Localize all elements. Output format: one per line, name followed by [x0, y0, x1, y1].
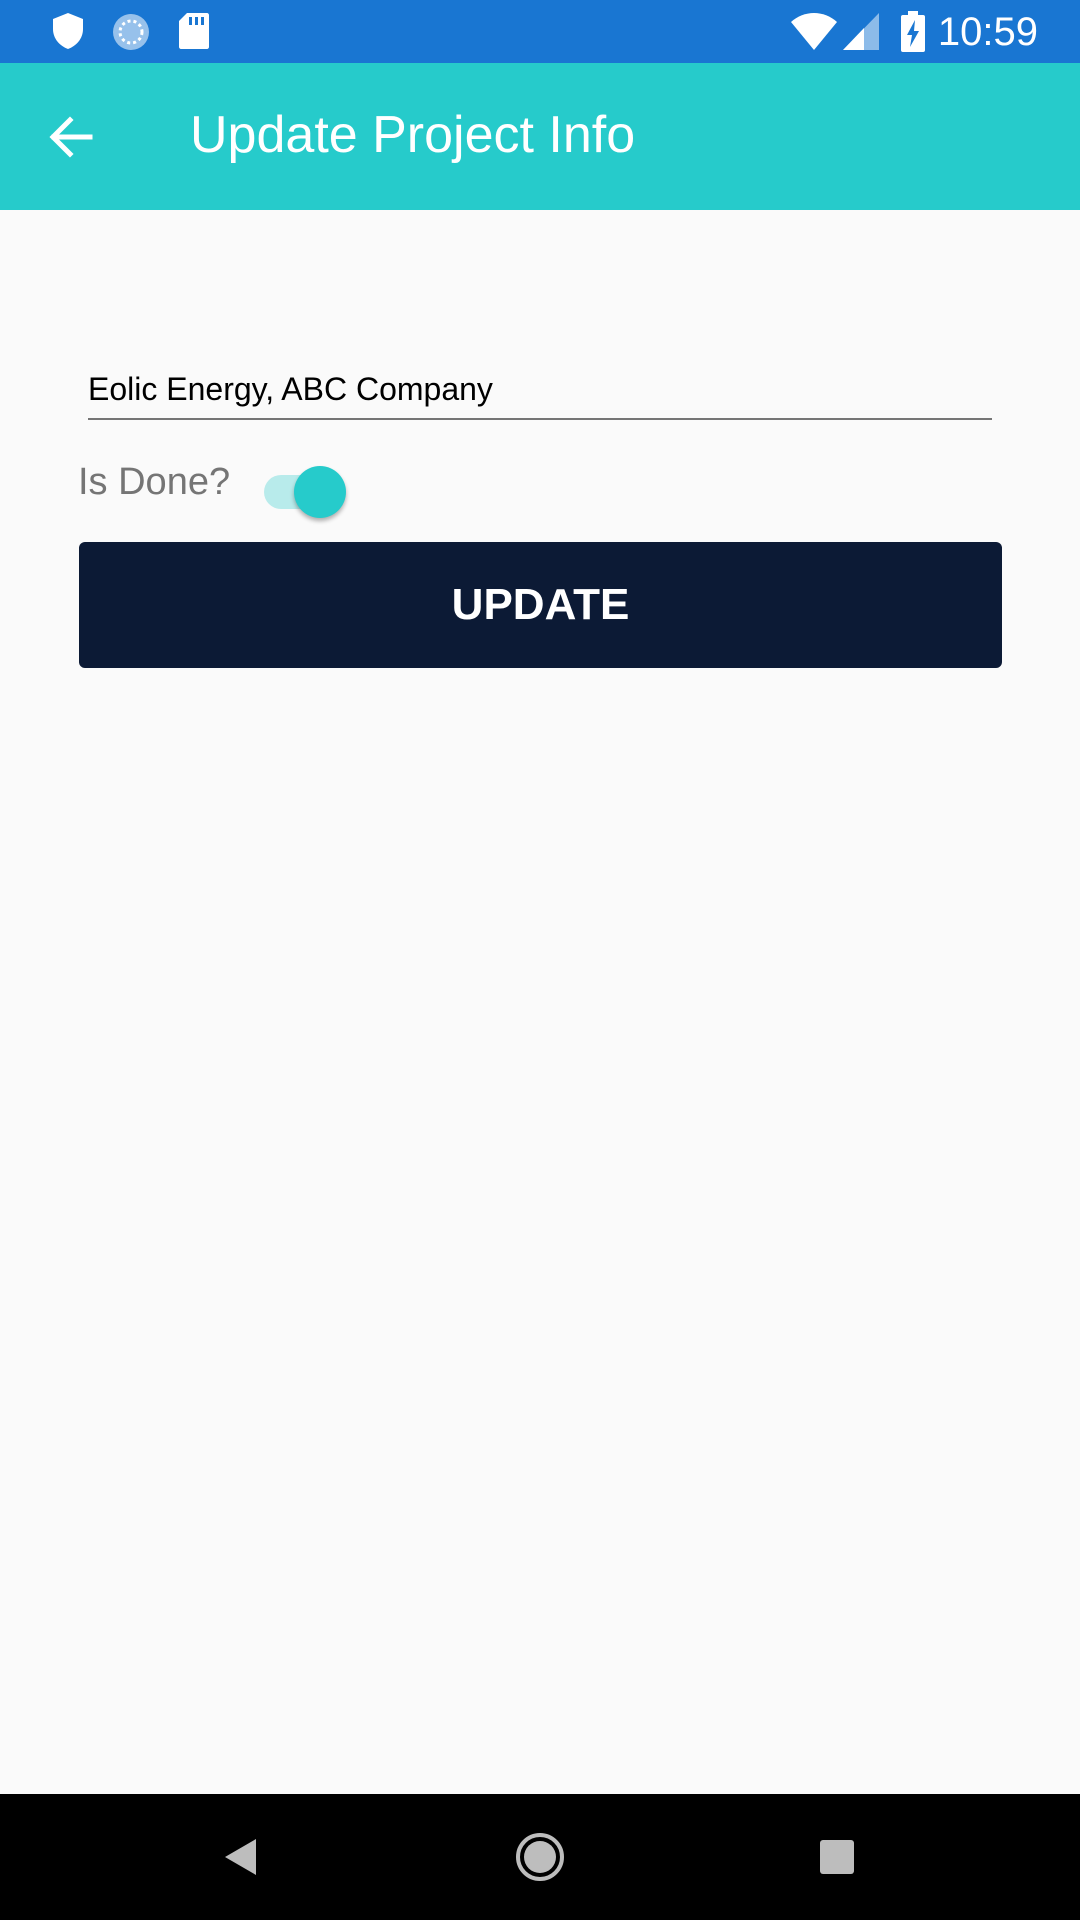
arrow-back-icon [49, 116, 93, 158]
shield-icon [53, 13, 83, 49]
signal-icon [843, 13, 879, 50]
recents-square-icon [820, 1840, 854, 1874]
wifi-icon [791, 13, 837, 50]
navigation-bar [0, 1794, 1080, 1920]
page-title: Update Project Info [190, 106, 636, 164]
home-circle-icon [516, 1833, 564, 1881]
is-done-toggle[interactable] [262, 466, 348, 518]
app-bar: Update Project Info [0, 63, 1080, 210]
status-bar: 10:59 [0, 0, 1080, 63]
nav-home-button[interactable] [500, 1817, 580, 1897]
back-triangle-icon [225, 1839, 256, 1875]
battery-charging-icon [901, 11, 925, 52]
nav-recents-button[interactable] [797, 1817, 877, 1897]
sd-card-icon [179, 13, 209, 49]
nav-back-button[interactable] [200, 1817, 280, 1897]
update-button[interactable]: UPDATE [79, 542, 1002, 668]
project-name-input[interactable] [88, 360, 992, 420]
back-button[interactable] [30, 101, 110, 173]
sync-icon [113, 14, 149, 50]
is-done-label: Is Done? [78, 461, 231, 503]
toggle-thumb [294, 466, 346, 518]
status-time: 10:59 [937, 10, 1038, 54]
